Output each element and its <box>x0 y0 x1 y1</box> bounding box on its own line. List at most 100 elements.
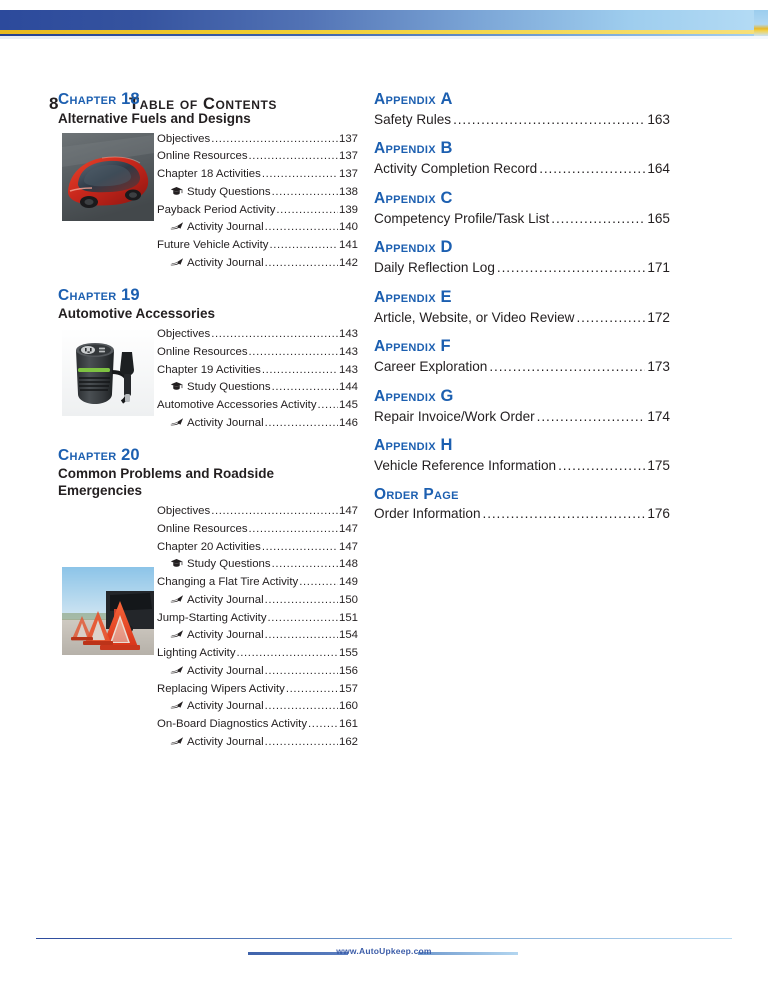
appendix-entry[interactable]: Daily Reflection Log 171 <box>374 259 670 277</box>
leader-dots <box>299 574 338 592</box>
leader-dots <box>576 309 645 327</box>
appendix-letter: D <box>440 238 453 257</box>
thumbnail-art <box>62 132 154 221</box>
appendix-entry[interactable]: Article, Website, or Video Review 172 <box>374 309 670 327</box>
toc-entry[interactable]: Automotive Accessories Activity 145 <box>157 397 358 415</box>
chapter-block: Chapter 18 Alternative Fuels and Designs O… <box>58 90 358 273</box>
chapter-body: Objectives137Online Resources137Chapter … <box>58 131 358 273</box>
toc-entry[interactable]: Objectives 137 <box>157 131 358 149</box>
chapter-thumbnail <box>62 328 154 417</box>
appendix-heading: Appendix E <box>374 288 670 308</box>
toc-entry[interactable]: Activity Journal 142 <box>157 255 358 273</box>
toc-entry-page: 137 <box>338 150 358 163</box>
appendix-title: Repair Invoice/Work Order <box>374 408 535 424</box>
toc-entry-page: 143 <box>338 363 358 376</box>
toc-entry[interactable]: Study Questions 144 <box>157 379 358 397</box>
toc-entry[interactable]: Activity Journal 162 <box>157 734 358 752</box>
appendix-title: Daily Reflection Log <box>374 260 495 276</box>
appendix-block: Order Page Order Information 176 <box>374 486 670 523</box>
pen-writing-icon <box>170 629 184 639</box>
toc-entry[interactable]: Study Questions 148 <box>157 556 358 574</box>
toc-entry[interactable]: Replacing Wipers Activity 157 <box>157 681 358 699</box>
leader-dots <box>265 592 338 610</box>
appendix-heading: Appendix A <box>374 90 670 110</box>
appendix-entry[interactable]: Repair Invoice/Work Order 174 <box>374 408 670 426</box>
toc-entry-label: Replacing Wipers Activity <box>157 682 285 695</box>
appendix-entry[interactable]: Order Information 176 <box>374 505 670 523</box>
toc-entry[interactable]: Payback Period Activity 139 <box>157 202 358 220</box>
appendix-entry[interactable]: Career Exploration 173 <box>374 358 670 376</box>
chapter-number: 18 <box>121 90 140 108</box>
toc-entry-label: Online Resources <box>157 522 248 535</box>
appendix-entry[interactable]: Competency Profile/Task List 165 <box>374 210 670 228</box>
leader-dots <box>265 663 338 681</box>
appendix-block: Appendix H Vehicle Reference Information 1… <box>374 436 670 474</box>
appendix-label: Appendix <box>374 239 436 257</box>
toc-entry[interactable]: Activity Journal 160 <box>157 698 358 716</box>
toc-entry-page: 140 <box>338 221 358 234</box>
toc-entry-page: 151 <box>338 611 358 624</box>
toc-entry[interactable]: Activity Journal 156 <box>157 663 358 681</box>
running-head: 8 Table of Contents <box>0 46 768 113</box>
toc-entry-label: Activity Journal <box>170 415 264 433</box>
toc-entry-label: Activity Journal <box>170 734 264 752</box>
toc-entry[interactable]: Online Resources 137 <box>157 148 358 166</box>
toc-entry-label: Objectives <box>157 505 211 518</box>
toc-entry[interactable]: Online Resources 147 <box>157 521 358 539</box>
graduation-cap-icon <box>170 186 184 196</box>
pen-writing-icon <box>170 736 184 746</box>
appendix-heading: Appendix G <box>374 387 670 407</box>
toc-entry[interactable]: Activity Journal 150 <box>157 592 358 610</box>
page-footer: www.AutoUpkeep.com <box>0 938 768 998</box>
toc-entry[interactable]: Lighting Activity 155 <box>157 645 358 663</box>
leader-dots <box>237 645 338 663</box>
toc-entry[interactable]: Activity Journal 140 <box>157 219 358 237</box>
appendix-heading: Appendix C <box>374 189 670 209</box>
pen-writing-icon <box>170 594 184 604</box>
appendix-heading: Appendix H <box>374 436 670 456</box>
thumbnail-art <box>62 328 154 417</box>
appendix-title: Competency Profile/Task List <box>374 210 550 226</box>
toc-entry[interactable]: Chapter 18 Activities 137 <box>157 166 358 184</box>
appendix-letter: E <box>440 287 452 306</box>
toc-entry[interactable]: Online Resources 143 <box>157 344 358 362</box>
appendix-title: Order Information <box>374 506 481 522</box>
toc-entry[interactable]: Chapter 19 Activities 143 <box>157 362 358 380</box>
leader-dots <box>272 556 338 574</box>
appendix-entry[interactable]: Safety Rules 163 <box>374 111 670 129</box>
toc-page: 8 Table of Contents Chapter 18 Alternativ… <box>0 0 768 998</box>
appendix-label: Appendix <box>374 437 436 455</box>
toc-entry[interactable]: Changing a Flat Tire Activity 149 <box>157 574 358 592</box>
chapter-label: Chapter <box>58 91 117 108</box>
toc-entry[interactable]: Activity Journal 146 <box>157 415 358 433</box>
leader-dots <box>558 457 645 475</box>
toc-entry-page: 146 <box>338 416 358 429</box>
toc-entry-page: 156 <box>338 664 358 677</box>
leader-dots <box>483 505 646 523</box>
appendix-entry[interactable]: Activity Completion Record 164 <box>374 160 670 178</box>
pen-writing-icon <box>170 665 184 675</box>
toc-entry-page: 139 <box>338 203 358 216</box>
toc-entry-page: 161 <box>338 717 358 730</box>
toc-entry[interactable]: On-Board Diagnostics Activity 161 <box>157 716 358 734</box>
pen-writing-icon <box>170 700 184 710</box>
toc-entry[interactable]: Activity Journal 154 <box>157 627 358 645</box>
appendix-entry[interactable]: Vehicle Reference Information 175 <box>374 457 670 475</box>
toc-entry[interactable]: Study Questions 138 <box>157 184 358 202</box>
leader-dots <box>551 210 645 228</box>
appendix-title: Career Exploration <box>374 359 488 375</box>
toc-entry[interactable]: Jump-Starting Activity 151 <box>157 610 358 628</box>
toc-entry[interactable]: Chapter 20 Activities 147 <box>157 539 358 557</box>
footer-website[interactable]: www.AutoUpkeep.com <box>0 946 768 956</box>
toc-entry[interactable]: Objectives 143 <box>157 326 358 344</box>
toc-entry-page: 148 <box>338 558 358 571</box>
chapter-block: Chapter 20 Common Problems and Roadside E… <box>58 446 358 752</box>
toc-entry-label: Future Vehicle Activity <box>157 239 269 252</box>
appendix-heading: Appendix D <box>374 238 670 258</box>
toc-entry-label: Activity Journal <box>170 698 264 716</box>
appendix-label: Appendix <box>374 189 436 207</box>
chapter-block: Chapter 19 Automotive Accessories Objectiv… <box>58 286 358 433</box>
toc-entry[interactable]: Objectives 147 <box>157 503 358 521</box>
appendix-heading: Appendix F <box>374 337 670 357</box>
toc-entry[interactable]: Future Vehicle Activity 141 <box>157 237 358 255</box>
